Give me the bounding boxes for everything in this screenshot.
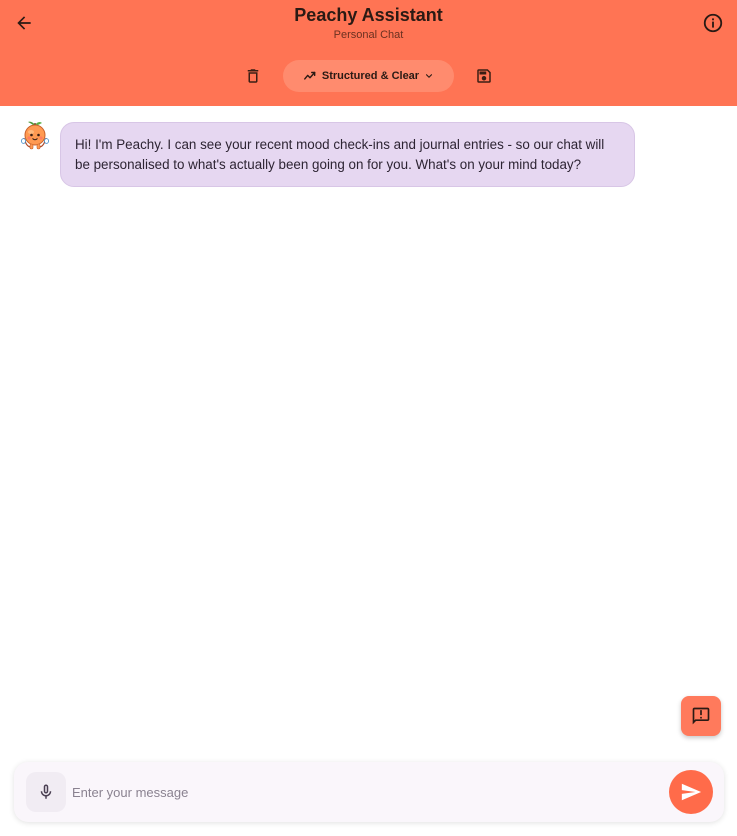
page-title: Peachy Assistant [294, 5, 443, 25]
send-button[interactable] [669, 770, 713, 814]
feedback-button[interactable] [681, 696, 721, 736]
app-header: Peachy Assistant Personal Chat Structure… [0, 0, 737, 106]
info-icon [703, 13, 723, 33]
response-style-label: Structured & Clear [321, 70, 420, 82]
trash-icon [247, 69, 259, 83]
feedback-icon [692, 707, 710, 725]
message-composer [14, 762, 724, 822]
send-icon [681, 783, 702, 801]
save-chat-button[interactable] [472, 64, 496, 88]
delete-chat-button[interactable] [241, 64, 265, 88]
chevron-down-icon [426, 74, 433, 78]
voice-input-button[interactable] [26, 772, 66, 812]
microphone-icon [40, 784, 52, 799]
message-input[interactable] [72, 776, 652, 808]
assistant-message-bubble: Hi! I'm Peachy. I can see your recent mo… [60, 122, 635, 187]
page-subtitle: Personal Chat [333, 29, 404, 41]
response-style-dropdown[interactable]: Structured & Clear [283, 60, 454, 92]
assistant-avatar [20, 120, 50, 152]
trending-icon [303, 71, 316, 80]
info-button[interactable] [701, 11, 725, 35]
peach-mascot-icon [21, 121, 49, 150]
save-icon [477, 69, 491, 83]
